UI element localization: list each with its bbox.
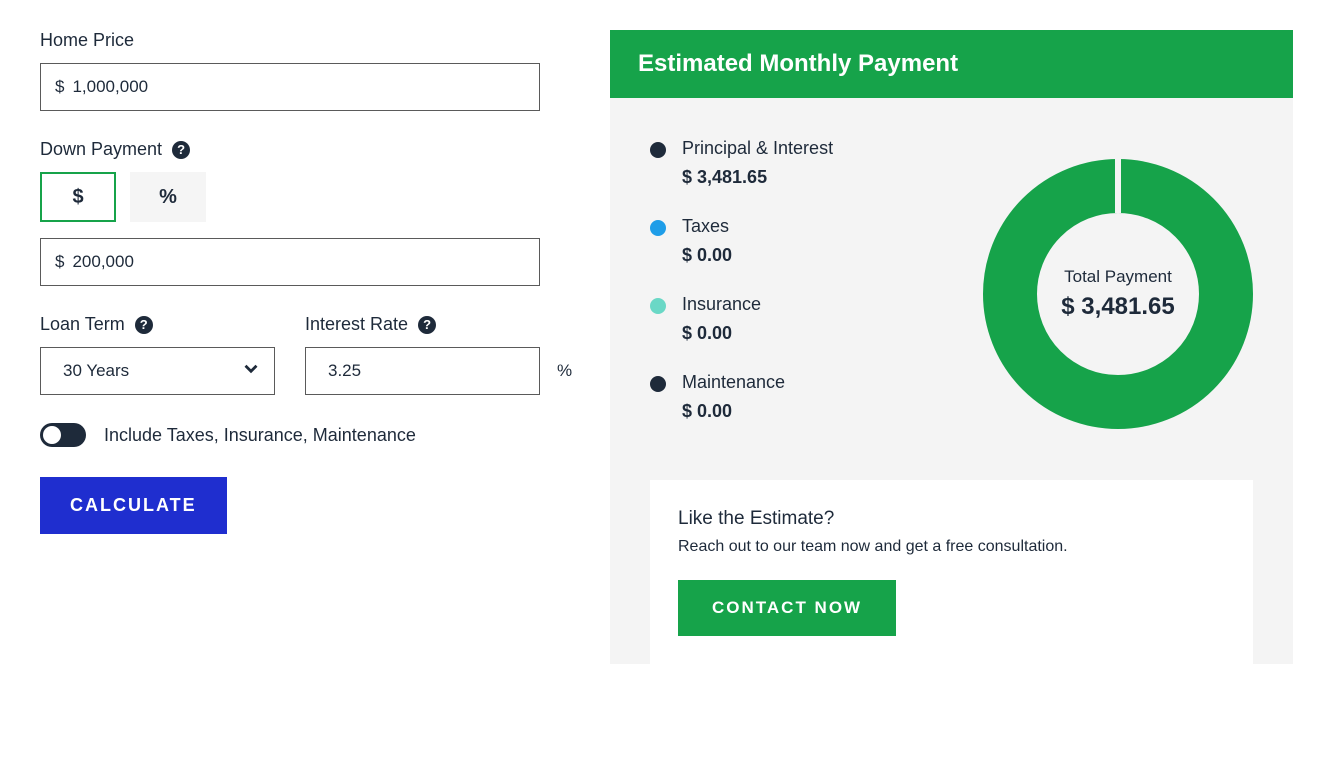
include-toggle-label: Include Taxes, Insurance, Maintenance bbox=[104, 425, 416, 446]
help-icon[interactable]: ? bbox=[135, 316, 153, 334]
down-payment-input-box[interactable]: $ bbox=[40, 238, 540, 286]
tab-dollar[interactable]: $ bbox=[40, 172, 116, 222]
breakdown-label: Principal & Interest bbox=[682, 138, 833, 159]
down-payment-input[interactable] bbox=[64, 252, 525, 272]
donut-chart: Total Payment $ 3,481.65 bbox=[983, 138, 1253, 450]
loan-term-group: Loan Term ? bbox=[40, 314, 275, 395]
cta-box: Like the Estimate? Reach out to our team… bbox=[650, 480, 1253, 664]
cta-title: Like the Estimate? bbox=[678, 508, 1225, 530]
total-label: Total Payment bbox=[1061, 267, 1174, 287]
tab-percent[interactable]: % bbox=[130, 172, 206, 222]
include-toggle[interactable] bbox=[40, 423, 86, 447]
legend-dot bbox=[650, 376, 666, 392]
home-price-input[interactable] bbox=[64, 77, 525, 97]
breakdown-item: Principal & Interest $ 3,481.65 bbox=[650, 138, 953, 188]
help-icon[interactable]: ? bbox=[172, 141, 190, 159]
home-price-input-box[interactable]: $ bbox=[40, 63, 540, 111]
total-value: $ 3,481.65 bbox=[1061, 293, 1174, 321]
interest-rate-label: Interest Rate bbox=[305, 314, 408, 335]
breakdown-item: Maintenance $ 0.00 bbox=[650, 372, 953, 422]
calculate-button[interactable]: CALCULATE bbox=[40, 477, 227, 534]
breakdown-list: Principal & Interest $ 3,481.65 Taxes $ … bbox=[650, 138, 953, 450]
calculator-form: Home Price $ Down Payment ? $ % $ bbox=[40, 30, 540, 704]
interest-rate-input[interactable] bbox=[320, 361, 557, 381]
toggle-knob bbox=[43, 426, 61, 444]
breakdown-value: $ 0.00 bbox=[682, 245, 732, 266]
loan-term-label: Loan Term bbox=[40, 314, 125, 335]
dollar-prefix: $ bbox=[55, 77, 64, 97]
down-payment-label: Down Payment bbox=[40, 139, 162, 160]
breakdown-item: Insurance $ 0.00 bbox=[650, 294, 953, 344]
percent-suffix: % bbox=[557, 361, 572, 381]
down-payment-group: Down Payment ? $ % $ bbox=[40, 139, 540, 286]
dollar-prefix: $ bbox=[55, 252, 64, 272]
home-price-group: Home Price $ bbox=[40, 30, 540, 111]
breakdown-label: Maintenance bbox=[682, 372, 785, 393]
result-title: Estimated Monthly Payment bbox=[610, 30, 1293, 98]
breakdown-item: Taxes $ 0.00 bbox=[650, 216, 953, 266]
result-panel: Estimated Monthly Payment Principal & In… bbox=[610, 30, 1293, 664]
interest-rate-group: Interest Rate ? % bbox=[305, 314, 540, 395]
legend-dot bbox=[650, 142, 666, 158]
contact-button[interactable]: CONTACT NOW bbox=[678, 580, 896, 636]
breakdown-value: $ 3,481.65 bbox=[682, 167, 833, 188]
home-price-label: Home Price bbox=[40, 30, 134, 51]
cta-subtitle: Reach out to our team now and get a free… bbox=[678, 538, 1225, 556]
breakdown-label: Taxes bbox=[682, 216, 732, 237]
breakdown-label: Insurance bbox=[682, 294, 761, 315]
breakdown-value: $ 0.00 bbox=[682, 401, 785, 422]
include-toggle-row: Include Taxes, Insurance, Maintenance bbox=[40, 423, 540, 447]
breakdown-value: $ 0.00 bbox=[682, 323, 761, 344]
loan-term-select[interactable] bbox=[40, 347, 275, 395]
legend-dot bbox=[650, 220, 666, 236]
loan-term-value[interactable] bbox=[55, 361, 292, 381]
interest-rate-input-box[interactable]: % bbox=[305, 347, 540, 395]
legend-dot bbox=[650, 298, 666, 314]
help-icon[interactable]: ? bbox=[418, 316, 436, 334]
down-payment-unit-tabs: $ % bbox=[40, 172, 540, 222]
